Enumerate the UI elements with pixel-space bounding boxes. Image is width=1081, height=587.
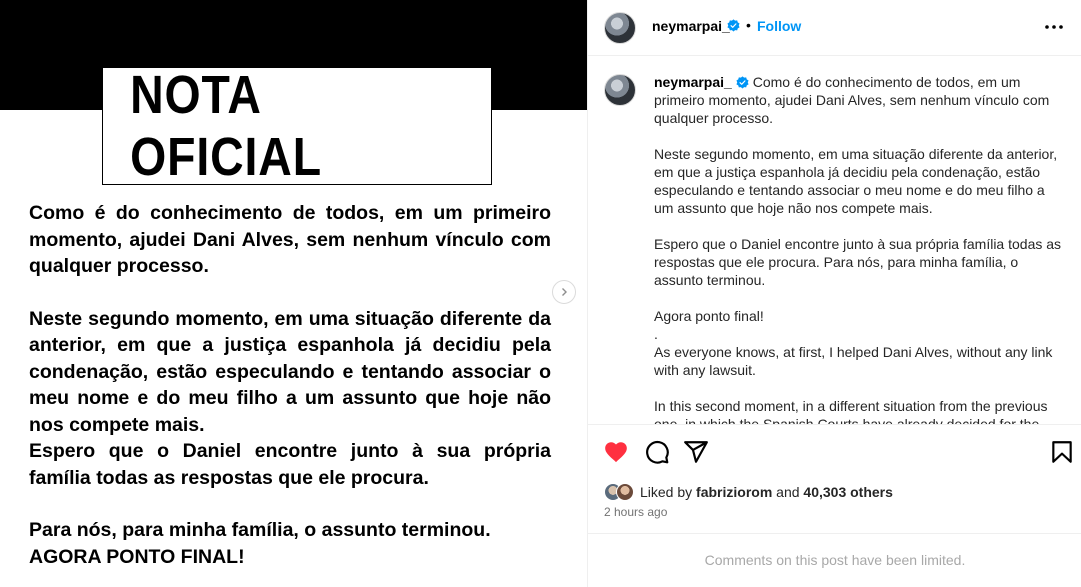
- share-icon[interactable]: [683, 439, 709, 465]
- heart-icon[interactable]: [603, 439, 629, 465]
- image-paragraph-3: Espero que o Daniel encontre junto à sua…: [29, 440, 551, 489]
- post-actions: Liked by fabriziorom and 40,303 others 2…: [588, 424, 1081, 585]
- avatar[interactable]: [604, 12, 636, 44]
- verified-badge-icon: [727, 19, 740, 32]
- verified-badge-icon: [736, 76, 749, 89]
- caption-line-3: Espero que o Daniel encontre junto à sua…: [654, 236, 1062, 288]
- liker-avatar-2: [616, 483, 634, 501]
- more-horizontal-icon: [1045, 25, 1063, 29]
- liked-user[interactable]: fabriziorom: [696, 484, 772, 500]
- timestamp[interactable]: 2 hours ago: [604, 505, 667, 519]
- caption-line-2: Neste segundo momento, em uma situação d…: [654, 146, 1058, 216]
- more-options-icon[interactable]: [1042, 17, 1066, 37]
- header-username[interactable]: neymarpai_: [652, 18, 730, 34]
- bookmark-icon[interactable]: [1049, 439, 1075, 465]
- caption-username[interactable]: neymarpai_: [654, 74, 732, 90]
- caption-text: neymarpai_ Como é do conhecimento de tod…: [654, 73, 1064, 424]
- liked-and: and: [776, 484, 800, 500]
- caption: neymarpai_ Como é do conhecimento de tod…: [588, 56, 1081, 424]
- post-image-body: Como é do conhecimento de todos, em um p…: [29, 200, 551, 570]
- caption-line-4: Agora ponto final!: [654, 308, 764, 324]
- caption-line-5: .: [654, 326, 658, 342]
- post-header: neymarpai_ • Follow: [588, 0, 1081, 56]
- comment-icon[interactable]: [644, 439, 670, 465]
- title-box: NOTA OFICIAL: [102, 65, 492, 187]
- follow-button[interactable]: Follow: [757, 18, 801, 34]
- post-image: NOTA OFICIAL Como é do conhecimento de t…: [0, 0, 587, 587]
- post-image-title: NOTA OFICIAL: [130, 65, 322, 187]
- liked-prefix: Liked by: [640, 484, 693, 500]
- caption-avatar[interactable]: [604, 74, 636, 106]
- comments-limited-notice: Comments on this post have been limited.: [588, 533, 1081, 586]
- image-paragraph-1: Como é do conhecimento de todos, em um p…: [29, 202, 551, 277]
- separator-dot: •: [746, 17, 751, 33]
- caption-line-6: As everyone knows, at first, I helped Da…: [654, 344, 1053, 378]
- image-paragraph-4: Para nós, para minha família, o assunto …: [29, 519, 491, 541]
- next-image-button[interactable]: [552, 280, 576, 304]
- chevron-right-icon: [562, 288, 567, 296]
- likes-count[interactable]: 40,303 others: [803, 484, 893, 500]
- image-paragraph-2: Neste segundo momento, em uma situação d…: [29, 307, 551, 436]
- caption-line-7: In this second moment, in a different si…: [654, 398, 1048, 424]
- image-paragraph-5: AGORA PONTO FINAL!: [29, 545, 245, 568]
- likes-summary[interactable]: Liked by fabriziorom and 40,303 others: [604, 481, 893, 503]
- post-panel: neymarpai_ • Follow neymarpai_ Como é do…: [587, 0, 1081, 587]
